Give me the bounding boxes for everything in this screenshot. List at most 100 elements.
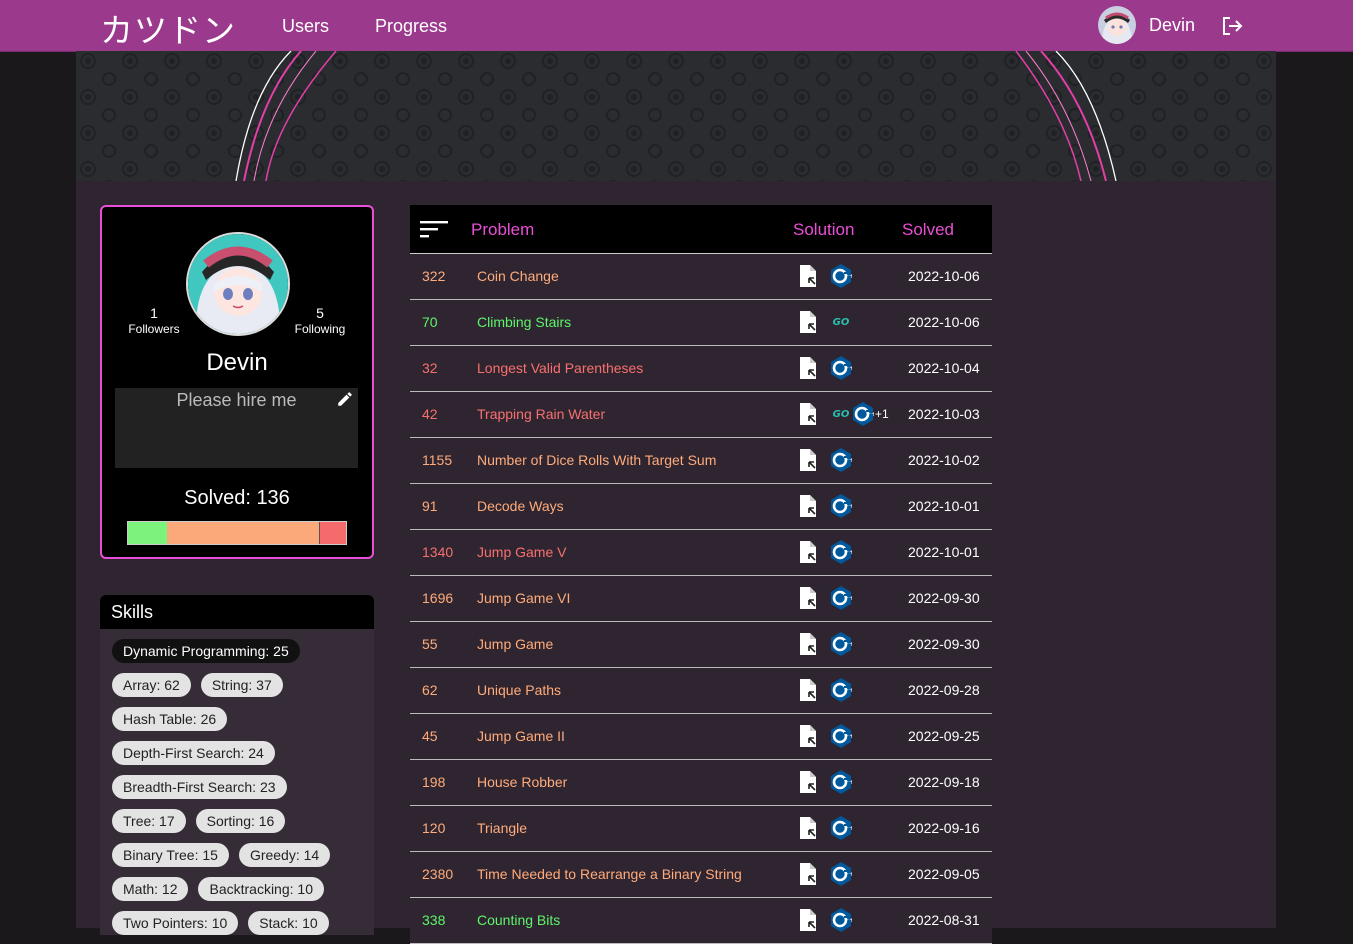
skill-chip[interactable]: Dynamic Programming: 25 <box>112 639 300 663</box>
logout-icon[interactable] <box>1220 14 1244 38</box>
brand-logo[interactable]: カツドン <box>100 4 236 52</box>
problem-name-link[interactable]: Climbing Stairs <box>477 314 571 330</box>
solution-file-icon[interactable] <box>798 724 818 748</box>
problem-name-link[interactable]: Number of Dice Rolls With Target Sum <box>477 452 716 468</box>
problem-name-link[interactable]: Trapping Rain Water <box>477 406 605 422</box>
solution-file-icon[interactable] <box>798 356 818 380</box>
cpp-icon[interactable]: ++ <box>830 862 854 886</box>
problem-name-link[interactable]: Jump Game V <box>477 544 566 560</box>
avatar[interactable] <box>1098 6 1136 44</box>
skill-chip[interactable]: Stack: 10 <box>248 911 329 935</box>
solution-file-icon[interactable] <box>798 908 818 932</box>
table-row[interactable]: 1155 Number of Dice Rolls With Target Sum… <box>410 438 992 484</box>
solution-languages: ++ <box>830 540 854 564</box>
problem-name-link[interactable]: Time Needed to Rearrange a Binary String <box>477 866 742 882</box>
problem-name-link[interactable]: Jump Game II <box>477 728 565 744</box>
table-row[interactable]: 62 Unique Paths ++ 2022-09-28 <box>410 668 992 714</box>
profile-avatar[interactable] <box>186 232 290 336</box>
skill-chip[interactable]: Two Pointers: 10 <box>112 911 239 935</box>
cpp-icon[interactable]: ++ <box>830 356 854 380</box>
skill-chip[interactable]: Array: 62 <box>112 673 191 697</box>
problem-name-link[interactable]: Decode Ways <box>477 498 564 514</box>
cpp-icon[interactable]: ++ <box>830 586 854 610</box>
pencil-icon[interactable] <box>336 390 354 408</box>
nav-link-progress[interactable]: Progress <box>375 16 447 37</box>
solution-file-icon[interactable] <box>798 264 818 288</box>
column-header-solution[interactable]: Solution <box>793 220 854 240</box>
cpp-icon[interactable]: ++ <box>830 908 854 932</box>
cpp-icon[interactable]: ++ <box>830 448 854 472</box>
skill-chip[interactable]: Math: 12 <box>112 877 189 901</box>
solution-file-icon[interactable] <box>798 310 818 334</box>
cpp-icon[interactable]: ++ <box>830 678 854 702</box>
solution-languages: ++ <box>830 264 854 288</box>
cpp-icon[interactable]: ++ <box>830 632 854 656</box>
table-row[interactable]: 1340 Jump Game V ++ 2022-10-01 <box>410 530 992 576</box>
svg-text:++: ++ <box>844 457 852 464</box>
problem-name-link[interactable]: Unique Paths <box>477 682 561 698</box>
skill-chip[interactable]: Breadth-First Search: 23 <box>112 775 287 799</box>
cpp-icon[interactable]: ++ <box>830 540 854 564</box>
user-menu[interactable]: Devin <box>1098 6 1195 44</box>
solution-file-icon[interactable] <box>798 816 818 840</box>
skill-chip[interactable]: Backtracking: 10 <box>198 877 324 901</box>
table-row[interactable]: 338 Counting Bits ++ 2022-08-31 <box>410 898 992 944</box>
problem-name-link[interactable]: Longest Valid Parentheses <box>477 360 643 376</box>
problem-name-link[interactable]: House Robber <box>477 774 567 790</box>
sort-icon[interactable] <box>420 219 448 239</box>
followers-stat[interactable]: 1 Followers <box>114 305 194 336</box>
table-row[interactable]: 120 Triangle ++ 2022-09-16 <box>410 806 992 852</box>
skill-chip[interactable]: Depth-First Search: 24 <box>112 741 275 765</box>
table-row[interactable]: 42 Trapping Rain Water GO ++ +1 2022-10-03 <box>410 392 992 438</box>
table-row[interactable]: 198 House Robber ++ 2022-09-18 <box>410 760 992 806</box>
table-row[interactable]: 1696 Jump Game VI ++ 2022-09-30 <box>410 576 992 622</box>
problem-name-link[interactable]: Coin Change <box>477 268 559 284</box>
solution-languages: ++ <box>830 494 854 518</box>
table-row[interactable]: 45 Jump Game II ++ 2022-09-25 <box>410 714 992 760</box>
skill-chip[interactable]: Sorting: 16 <box>195 809 286 833</box>
table-row[interactable]: 55 Jump Game ++ 2022-09-30 <box>410 622 992 668</box>
skill-chip[interactable]: Binary Tree: 15 <box>112 843 229 867</box>
table-row[interactable]: 91 Decode Ways ++ 2022-10-01 <box>410 484 992 530</box>
nav-username[interactable]: Devin <box>1149 15 1195 36</box>
problem-name-link[interactable]: Jump Game <box>477 636 553 652</box>
cpp-icon[interactable]: ++ <box>830 494 854 518</box>
problem-name-link[interactable]: Triangle <box>477 820 527 836</box>
table-row[interactable]: 322 Coin Change ++ 2022-10-06 <box>410 254 992 300</box>
solution-file-icon[interactable] <box>798 632 818 656</box>
solution-file-icon[interactable] <box>798 540 818 564</box>
column-header-solved[interactable]: Solved <box>902 220 954 240</box>
skill-chip[interactable]: Tree: 17 <box>112 809 186 833</box>
cpp-icon[interactable]: ++ <box>852 402 876 426</box>
following-stat[interactable]: 5 Following <box>280 305 360 336</box>
table-row[interactable]: 32 Longest Valid Parentheses ++ 2022-10-04 <box>410 346 992 392</box>
go-icon[interactable]: GO <box>830 317 852 328</box>
solution-file-icon[interactable] <box>798 402 818 426</box>
cpp-icon[interactable]: ++ <box>830 264 854 288</box>
solution-file-icon[interactable] <box>798 862 818 886</box>
table-header: Problem Solution Solved <box>410 205 992 254</box>
solution-file-icon[interactable] <box>798 678 818 702</box>
svg-text:++: ++ <box>844 733 852 740</box>
skill-chip[interactable]: String: 37 <box>200 673 283 697</box>
solution-file-icon[interactable] <box>798 770 818 794</box>
problem-name-link[interactable]: Jump Game VI <box>477 590 570 606</box>
solved-date: 2022-09-18 <box>908 774 980 790</box>
cpp-icon[interactable]: ++ <box>830 770 854 794</box>
solution-file-icon[interactable] <box>798 586 818 610</box>
solution-file-icon[interactable] <box>798 494 818 518</box>
cpp-icon[interactable]: ++ <box>830 724 854 748</box>
cpp-icon[interactable]: ++ <box>830 816 854 840</box>
problem-name-link[interactable]: Counting Bits <box>477 912 560 928</box>
svg-text:++: ++ <box>844 917 852 924</box>
skill-chip[interactable]: Greedy: 14 <box>238 843 331 867</box>
nav-link-users[interactable]: Users <box>282 16 329 37</box>
skill-chip[interactable]: Hash Table: 26 <box>112 707 228 731</box>
table-row[interactable]: 70 Climbing Stairs GO 2022-10-06 <box>410 300 992 346</box>
go-icon[interactable]: GO <box>830 409 852 420</box>
solution-file-icon[interactable] <box>798 448 818 472</box>
solved-date: 2022-10-06 <box>908 268 980 284</box>
table-row[interactable]: 2380 Time Needed to Rearrange a Binary St… <box>410 852 992 898</box>
bio-box[interactable]: Please hire me <box>115 388 358 468</box>
column-header-problem[interactable]: Problem <box>471 220 534 240</box>
